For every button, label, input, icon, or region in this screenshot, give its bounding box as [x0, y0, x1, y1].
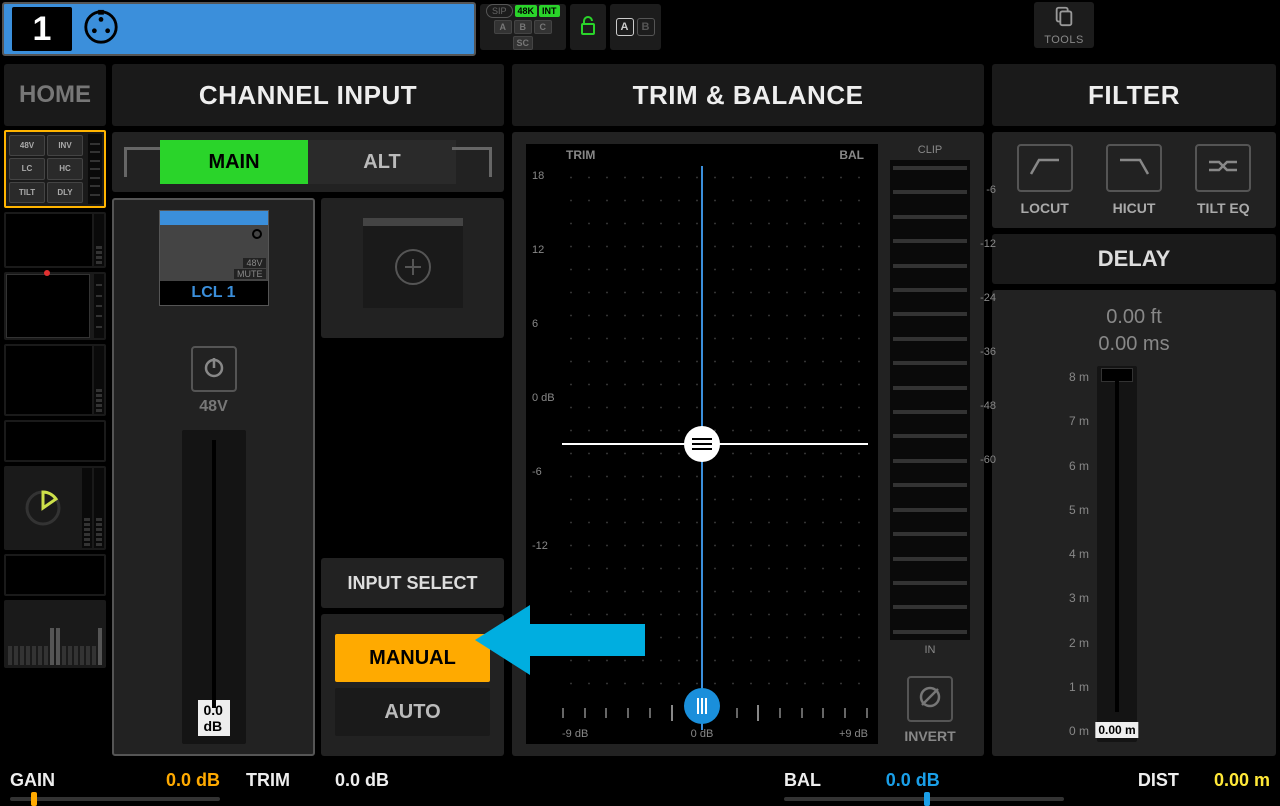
tools-label: TOOLS [1044, 34, 1084, 46]
comp-slot[interactable]: COMP [4, 344, 106, 416]
group-a-badge: A [494, 20, 512, 34]
usb-lock-icon [579, 15, 597, 40]
balance-handle[interactable] [684, 688, 720, 724]
in-label: IN [925, 644, 936, 656]
source-signal-icon [252, 229, 262, 239]
hicut-button[interactable] [1106, 144, 1162, 192]
trim-balance-xy-pad[interactable]: TRIM BAL 18 12 6 0 dB -6 -12 -9 dB 0 dB … [526, 144, 878, 744]
delay-title: DELAY [992, 234, 1276, 284]
usb-status-block[interactable] [570, 4, 606, 50]
delay-fader-cap[interactable] [1101, 368, 1133, 382]
invert-label: INVERT [904, 728, 955, 744]
delay-feet-value: 0.00 ft [1106, 306, 1162, 329]
phantom-label: 48V [199, 398, 227, 416]
alt-tab[interactable]: ALT [308, 140, 456, 184]
input-select-title: INPUT SELECT [321, 558, 504, 608]
auto-button[interactable]: AUTO [335, 688, 490, 736]
tools-button[interactable]: TOOLS [1034, 2, 1094, 48]
tilteq-button[interactable] [1195, 144, 1251, 192]
clock-badge: INT [539, 5, 560, 17]
alt-source-panel [321, 198, 504, 338]
main-input-panel: 48V MUTE LCL 1 48V 0.0 dB [112, 198, 315, 756]
tools-icon [1053, 5, 1075, 32]
gain-label: GAIN [10, 770, 55, 790]
card-a-badge: A [616, 18, 634, 36]
filter-panel: LOCUT HICUT TILT EQ [992, 132, 1276, 228]
card-slots-block[interactable]: A B [610, 4, 661, 50]
channel-number: 1 [12, 7, 72, 51]
input-meter [890, 160, 970, 640]
pan-slot[interactable] [4, 466, 106, 550]
bal-axis-label: BAL [839, 148, 864, 162]
trim-balance-title: TRIM & BALANCE [512, 64, 984, 126]
xy-handle[interactable] [684, 426, 720, 462]
eq-slot[interactable] [4, 272, 106, 340]
pan-knob-icon [4, 466, 82, 550]
bal-label: BAL [784, 770, 821, 790]
phantom-power-button[interactable] [191, 346, 237, 392]
trim-label: TRIM [246, 770, 290, 790]
delay-panel: 0.00 ft 0.00 ms 8 m7 m6 m 5 m4 m3 m 2 m1… [992, 290, 1276, 756]
main-tab[interactable]: MAIN [160, 140, 308, 184]
group-b-badge: B [514, 20, 532, 34]
processing-strip: HOME 48V INV LC HC TILT DLY GATE COMP [0, 60, 108, 760]
phase-icon [917, 684, 943, 715]
gain-value: 0.0 dB [166, 770, 220, 791]
bal-value: 0.0 dB [886, 770, 940, 790]
gain-readout: 0.0 dB [198, 700, 230, 736]
dist-value: 0.00 m [1214, 770, 1270, 790]
input-slot[interactable]: 48V INV LC HC TILT DLY [4, 130, 106, 208]
trim-axis-label: TRIM [566, 148, 595, 162]
gain-fader[interactable]: 0.0 dB [182, 430, 246, 744]
sip-badge: SIP [486, 4, 513, 18]
channel-header[interactable]: 1 [2, 2, 476, 56]
eq-clip-indicator [44, 270, 50, 276]
insert1-slot[interactable]: INS [4, 420, 106, 462]
bottom-parameter-bar: GAIN 0.0 dB TRIM 0.0 dB BAL 0.0 dB DIST … [0, 760, 1280, 800]
input-select-panel: MANUAL AUTO [321, 614, 504, 756]
main-alt-tabs: MAIN ALT [112, 132, 504, 192]
manual-button[interactable]: MANUAL [335, 634, 490, 682]
samplerate-badge: 48K [515, 5, 538, 17]
delay-ms-value: 0.00 ms [1098, 333, 1169, 356]
filter-title: FILTER [992, 64, 1276, 126]
card-b-badge: B [637, 18, 655, 36]
delay-scale: 8 m7 m6 m 5 m4 m3 m 2 m1 m0 m [1069, 366, 1089, 742]
hicut-icon [1116, 154, 1152, 183]
clock-status-block[interactable]: SIP 48K INT A B C SC [480, 4, 566, 50]
locut-button[interactable] [1017, 144, 1073, 192]
sc-badge: SC [513, 36, 534, 50]
gate-slot[interactable]: GATE [4, 212, 106, 268]
xlr-icon [82, 8, 120, 51]
clip-label: CLIP [918, 144, 942, 156]
power-icon [202, 355, 226, 384]
source-tile[interactable]: 48V MUTE LCL 1 [159, 210, 269, 306]
channel-input-title: CHANNEL INPUT [112, 64, 504, 126]
dist-label: DIST [1138, 770, 1179, 790]
home-button[interactable]: HOME [4, 64, 106, 126]
tilteq-icon [1205, 154, 1241, 183]
trim-value: 0.0 dB [335, 770, 389, 790]
source-label: LCL 1 [160, 281, 268, 305]
delay-fader[interactable]: 0.00 m [1097, 366, 1137, 742]
invert-button[interactable] [907, 676, 953, 722]
group-c-badge: C [534, 20, 552, 34]
plus-icon [395, 249, 431, 285]
locut-icon [1027, 154, 1063, 183]
insert2-slot[interactable]: INS [4, 554, 106, 596]
add-alt-source-button[interactable] [363, 218, 463, 308]
delay-readout: 0.00 m [1095, 722, 1138, 738]
sends-slot[interactable] [4, 600, 106, 668]
